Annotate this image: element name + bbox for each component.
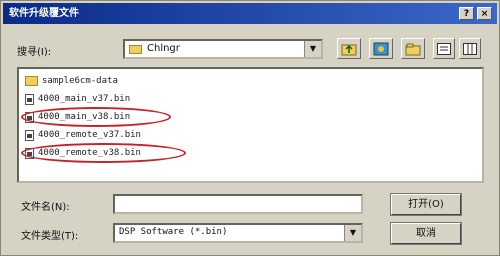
file-name: 4000_remote_v37.bin [38,130,141,140]
look-in-label: 搜寻(I): [17,47,52,58]
folder-icon [129,45,142,54]
desktop-button[interactable] [369,38,393,59]
dialog-title: 软件升级覆文件 [9,8,79,19]
up-folder-button[interactable] [337,38,361,59]
highlight-circle [21,107,171,127]
file-icon [25,129,34,141]
folder-icon [25,76,38,86]
filetype-value: DSP Software (*.bin) [119,227,228,237]
highlight-circle [21,143,186,163]
close-button[interactable]: × [477,7,492,20]
file-icon [25,93,34,105]
title-bar: 软件升级覆文件 ? × [3,3,497,24]
list-view-icon [437,42,451,55]
help-button[interactable]: ? [459,7,474,20]
up-folder-icon [341,44,357,55]
list-item[interactable]: 4000_main_v37.bin [25,91,130,107]
file-open-dialog: 软件升级覆文件 ? × 搜寻(I): Chlngr ▼ sample6cm-da… [0,0,500,256]
file-list[interactable]: sample6cm-data 4000_main_v37.bin 4000_ma… [17,67,484,183]
filename-label: 文件名(N): [21,202,70,213]
current-folder: Chlngr [147,43,180,54]
filetype-label: 文件类型(T): [21,231,79,242]
chevron-down-icon[interactable]: ▼ [344,225,361,241]
file-name: sample6cm-data [42,76,118,86]
filetype-dropdown[interactable]: DSP Software (*.bin) ▼ [113,223,363,243]
look-in-dropdown[interactable]: Chlngr ▼ [123,39,323,59]
cancel-button[interactable]: 取消 [390,222,462,245]
list-view-button[interactable] [433,38,455,59]
desktop-icon [373,42,389,55]
file-name: 4000_main_v37.bin [38,94,131,104]
open-button[interactable]: 打开(O) [390,193,462,216]
details-view-icon [463,42,477,55]
details-view-button[interactable] [459,38,481,59]
chevron-down-icon[interactable]: ▼ [304,41,321,57]
new-folder-button[interactable] [401,38,425,59]
list-item[interactable]: 4000_remote_v37.bin [25,127,141,143]
new-folder-icon [405,43,421,55]
filename-field[interactable] [113,194,363,214]
list-item[interactable]: sample6cm-data [25,73,118,89]
